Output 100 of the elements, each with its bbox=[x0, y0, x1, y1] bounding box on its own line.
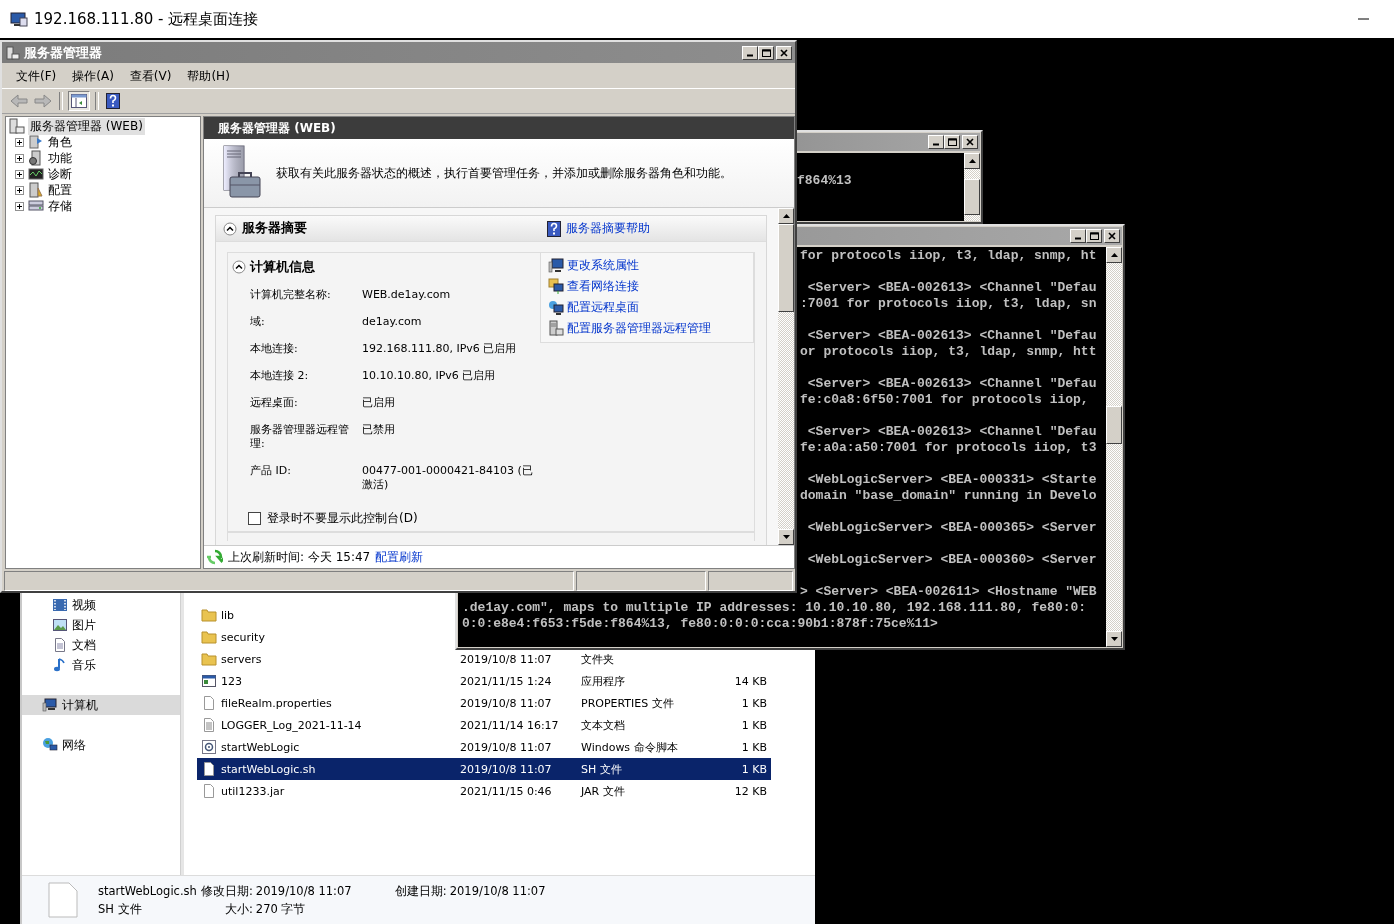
tree-item[interactable]: 诊断 bbox=[48, 165, 72, 183]
scroll-up-button[interactable] bbox=[778, 208, 794, 224]
server-manager-icon bbox=[6, 45, 20, 60]
remote-desktop-icon bbox=[10, 10, 28, 28]
file-name: fileRealm.properties bbox=[221, 696, 333, 710]
task-link[interactable]: 更改系统属性 bbox=[567, 256, 639, 274]
scrollbar[interactable] bbox=[778, 208, 794, 545]
chevron-up-icon bbox=[223, 221, 237, 236]
window-title: 服务器管理器 bbox=[24, 43, 103, 62]
checkbox[interactable] bbox=[248, 512, 261, 525]
console-line: <WebLogicServer> <BEA-000331> <Starte bbox=[806, 472, 1097, 488]
date-modified: 2019/10/8 11:07 bbox=[460, 696, 553, 710]
nav-item[interactable]: 图片 bbox=[22, 615, 180, 635]
scrollbar[interactable] bbox=[964, 153, 980, 221]
task-link[interactable]: 查看网络连接 bbox=[567, 277, 639, 295]
file-name: lib bbox=[221, 608, 236, 622]
property-label: 本地连接 2: bbox=[250, 369, 310, 383]
task-link[interactable]: 配置远程桌面 bbox=[567, 298, 639, 316]
expand-toggle[interactable] bbox=[15, 153, 24, 163]
file-row[interactable]: lib bbox=[197, 604, 453, 626]
console-line: for protocols iiop, t3, ldap, snmp, ht bbox=[800, 248, 1097, 264]
close-button[interactable] bbox=[962, 135, 978, 149]
collapse-button[interactable] bbox=[223, 221, 237, 236]
nav-item[interactable]: 文档 bbox=[22, 635, 180, 655]
console-line: fe:c0a8:6f50:7001 for protocols iiop, bbox=[800, 392, 1089, 408]
document-icon bbox=[52, 637, 68, 653]
menu-item[interactable]: 文件(F) bbox=[8, 65, 65, 87]
nav-item[interactable]: 音乐 bbox=[22, 655, 180, 675]
file-row[interactable]: servers 2019/10/8 11:07 文件夹 bbox=[197, 648, 771, 670]
expand-toggle[interactable] bbox=[15, 201, 24, 211]
property-value: 已启用 bbox=[362, 396, 396, 410]
file-size: 14 KB bbox=[733, 674, 767, 688]
help-link[interactable]: 服务器摘要帮助 bbox=[566, 220, 650, 237]
file-row[interactable]: 123 2021/11/15 1:24 应用程序 14 KB bbox=[197, 670, 771, 692]
remote-desktop-icon bbox=[548, 299, 564, 315]
down-arrow-icon bbox=[782, 535, 790, 539]
file-icon bbox=[201, 761, 217, 777]
file-type: 文件夹 bbox=[581, 651, 615, 667]
field-value: 270 字节 bbox=[254, 901, 307, 917]
property-label: 服务器管理器远程管理: bbox=[250, 423, 350, 451]
property-label: 远程桌面: bbox=[250, 396, 299, 410]
tree-item[interactable]: 角色 bbox=[48, 133, 72, 151]
file-type: SH 文件 bbox=[98, 901, 143, 917]
maximize-icon bbox=[761, 48, 771, 57]
nav-item[interactable]: 视频 bbox=[22, 595, 180, 615]
menu-item[interactable]: 帮助(H) bbox=[179, 65, 238, 87]
scrollbar[interactable] bbox=[1106, 247, 1122, 647]
minimize-button[interactable] bbox=[928, 135, 944, 149]
property-label: 产品 ID: bbox=[250, 464, 292, 479]
close-icon bbox=[1108, 232, 1116, 240]
tree-item[interactable]: 功能 bbox=[48, 149, 72, 167]
expand-toggle[interactable] bbox=[15, 169, 24, 179]
help-button[interactable] bbox=[104, 91, 122, 111]
console-line: 0:0:e8e4:f653:f5de:f864%13, fe80:0:0:0:cca:90b1:878f:75ce%11> bbox=[462, 616, 938, 632]
maximize-icon bbox=[947, 138, 957, 146]
minimize-button[interactable] bbox=[1070, 229, 1086, 243]
property-value: 00477-001-0000421-84103 (已激活) bbox=[362, 464, 534, 492]
field-value: 2019/10/8 11:07 bbox=[448, 884, 546, 898]
date-modified: 2019/10/8 11:07 bbox=[460, 762, 553, 776]
file-row[interactable]: LOGGER_Log_2021-11-14 2021/11/14 16:17 文本文档 1 KB bbox=[197, 714, 771, 736]
scroll-up-button[interactable] bbox=[964, 153, 980, 169]
minimize-button[interactable] bbox=[742, 45, 758, 60]
maximize-button[interactable] bbox=[944, 135, 960, 149]
scroll-thumb[interactable] bbox=[778, 224, 794, 312]
file-size: 1 KB bbox=[740, 696, 767, 710]
scroll-down-button[interactable] bbox=[778, 529, 794, 545]
tree-item[interactable]: 服务器管理器 (WEB) bbox=[28, 117, 145, 135]
refresh-link[interactable]: 配置刷新 bbox=[375, 548, 424, 566]
scroll-up-button[interactable] bbox=[1106, 247, 1122, 263]
monitor-chart-icon bbox=[28, 166, 44, 182]
expand-toggle[interactable] bbox=[15, 137, 24, 147]
menu-item[interactable]: 操作(A) bbox=[64, 65, 122, 87]
file-row[interactable]: startWebLogic.sh 2019/10/8 11:07 SH 文件 1 KB bbox=[197, 758, 771, 780]
tree-item[interactable]: 配置 bbox=[48, 181, 72, 199]
computer-icon bbox=[42, 697, 58, 713]
collapse-button[interactable] bbox=[232, 260, 246, 274]
expand-toggle[interactable] bbox=[15, 185, 24, 195]
file-icon bbox=[201, 695, 217, 711]
refresh-status: 上次刷新时间: 今天 15:47 bbox=[228, 548, 371, 566]
file-row[interactable]: startWebLogic 2019/10/8 11:07 Windows 命令脚本 1 KB bbox=[197, 736, 771, 758]
plus-icon bbox=[16, 170, 23, 178]
console-line: <Server> <BEA-002613> <Channel "Defau bbox=[806, 424, 1097, 440]
file-row[interactable]: fileRealm.properties 2019/10/8 11:07 PROPERTIES 文件 1 KB bbox=[197, 692, 771, 714]
scroll-thumb[interactable] bbox=[964, 179, 980, 215]
console-line: <Server> <BEA-002613> <Channel "Defau bbox=[806, 328, 1097, 344]
close-button[interactable] bbox=[776, 45, 792, 60]
console-tree-button[interactable] bbox=[68, 91, 90, 111]
menu-item[interactable]: 查看(V) bbox=[121, 65, 180, 87]
close-button[interactable] bbox=[1104, 229, 1120, 243]
file-row[interactable]: security bbox=[197, 626, 453, 648]
task-link[interactable]: 配置服务器管理器远程管理 bbox=[567, 319, 711, 337]
maximize-button[interactable] bbox=[1086, 229, 1102, 243]
nav-item[interactable]: 网络 bbox=[22, 735, 180, 755]
nav-item[interactable]: 计算机 bbox=[22, 695, 180, 715]
close-icon bbox=[780, 48, 788, 57]
scroll-down-button[interactable] bbox=[1106, 631, 1122, 647]
tree-item[interactable]: 存储 bbox=[48, 197, 72, 215]
maximize-button[interactable] bbox=[758, 45, 774, 60]
scroll-thumb[interactable] bbox=[1106, 406, 1122, 444]
file-row[interactable]: util1233.jar 2021/11/15 0:46 JAR 文件 12 KB bbox=[197, 780, 771, 802]
